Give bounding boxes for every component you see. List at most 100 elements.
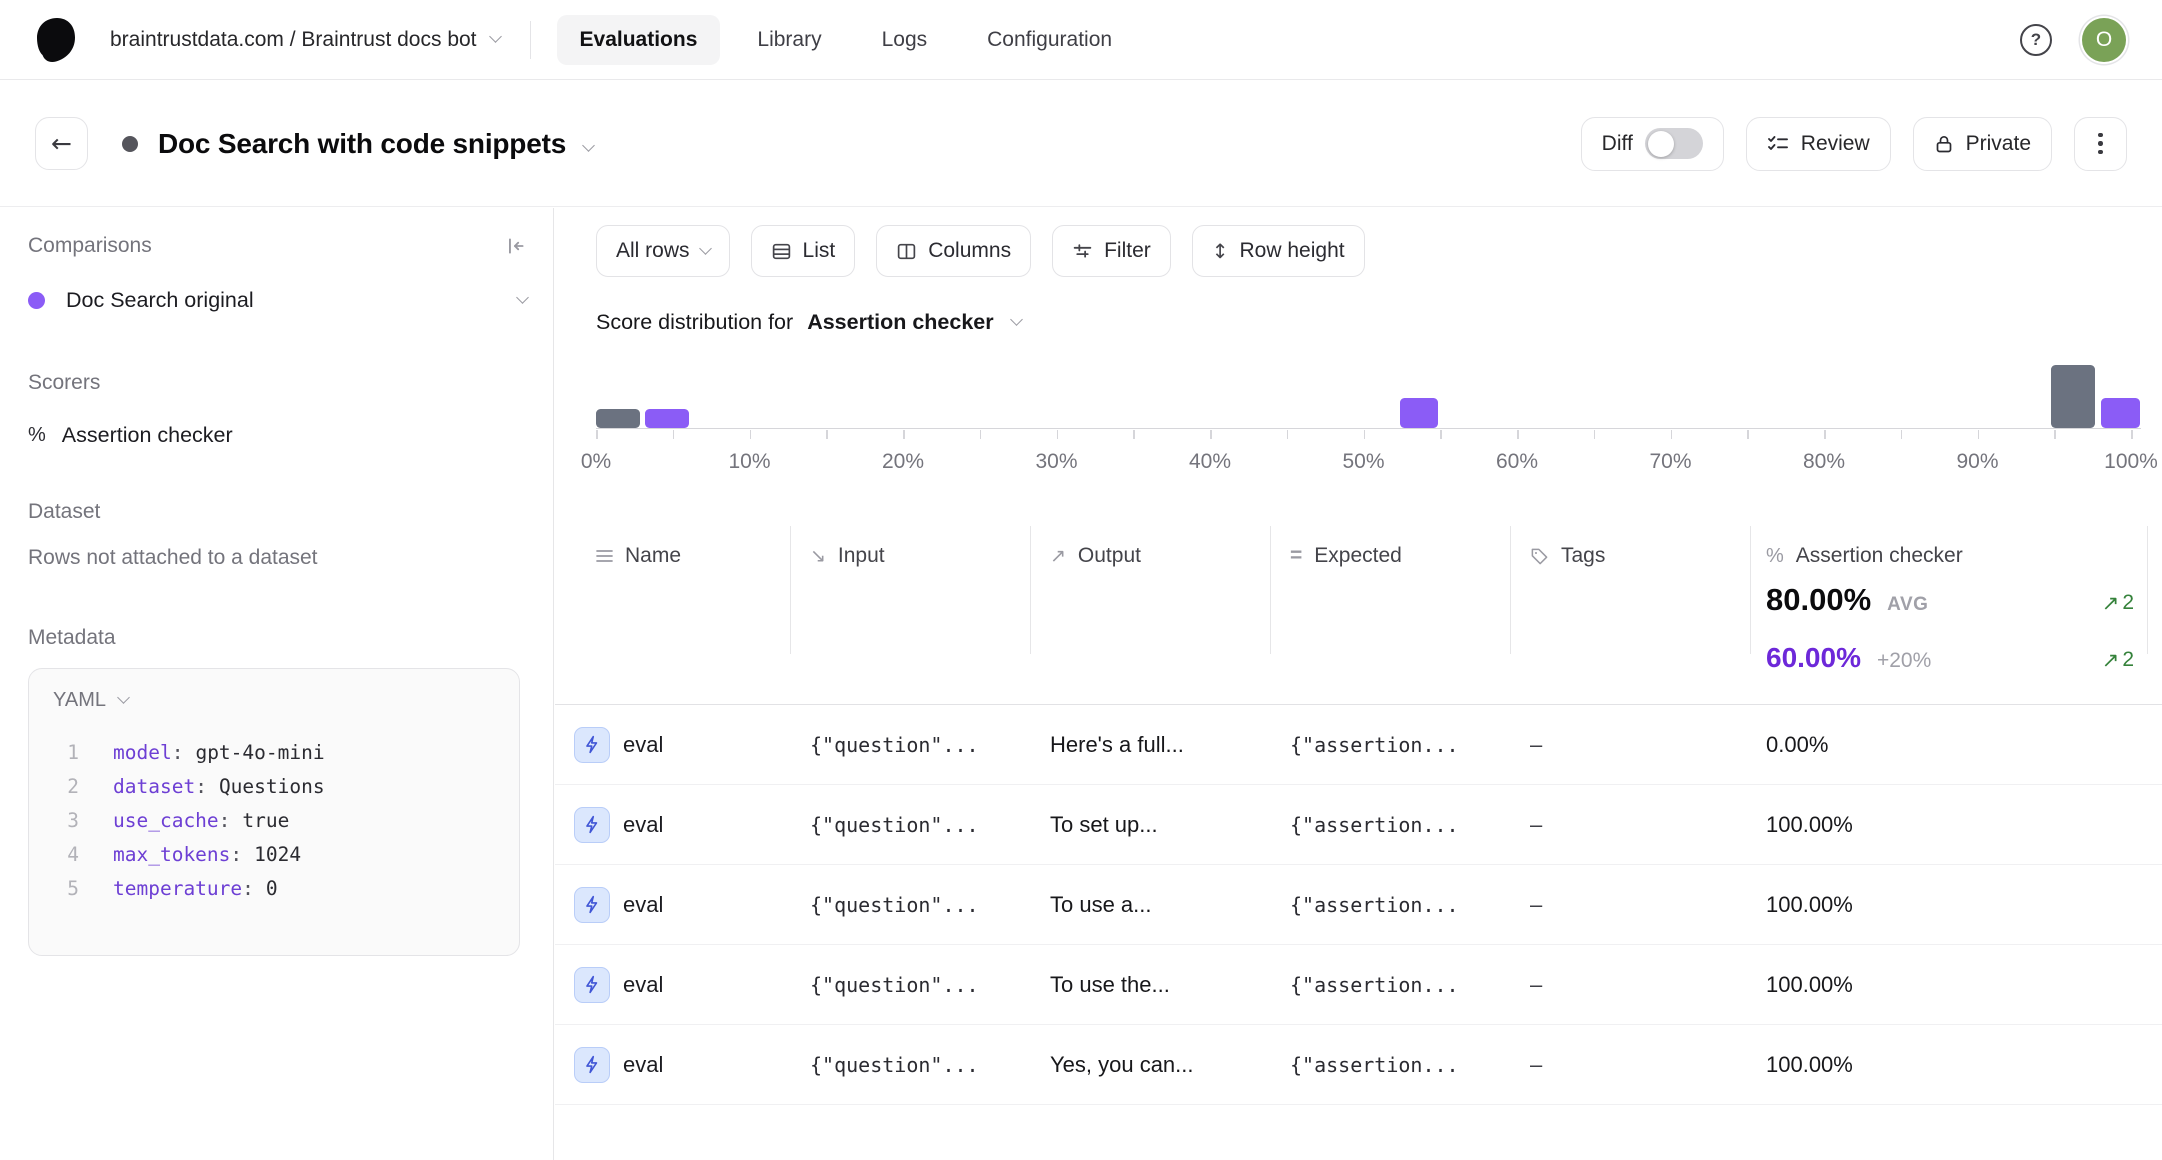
list-view-button[interactable]: List	[751, 225, 856, 277]
list-icon	[771, 241, 792, 262]
lightning-bolt-icon	[583, 975, 602, 994]
comparison-item[interactable]: Doc Search original	[28, 288, 527, 313]
line-number: 4	[53, 838, 79, 872]
comparisons-heading: Comparisons	[28, 234, 152, 258]
column-header-tags[interactable]: Tags	[1530, 544, 1605, 568]
row-output: Yes, you can...	[1050, 1052, 1194, 1078]
row-output: To set up...	[1050, 812, 1158, 838]
private-button[interactable]: Private	[1913, 117, 2052, 171]
comparison-score-value: 60.00%	[1766, 642, 1861, 674]
row-height-button[interactable]: ↕ Row height	[1192, 225, 1365, 277]
x-axis-ticks	[596, 430, 2141, 440]
table-row[interactable]: eval {"question"... Yes, you can... {"as…	[555, 1025, 2162, 1105]
row-score: 100.00%	[1766, 892, 1853, 918]
row-tags: –	[1530, 732, 1542, 758]
histogram-bar-comparison[interactable]	[2051, 365, 2095, 428]
dataset-heading: Dataset	[28, 500, 100, 524]
column-header-name[interactable]: Name	[596, 544, 681, 568]
table-row[interactable]: eval {"question"... Here's a full... {"a…	[555, 705, 2162, 785]
yaml-value: 0	[266, 872, 278, 906]
more-options-button[interactable]	[2074, 117, 2127, 171]
column-header-expected[interactable]: = Expected	[1290, 544, 1402, 568]
row-expected: {"assertion...	[1290, 813, 1459, 837]
lightning-bolt-icon	[583, 815, 602, 834]
column-label: Tags	[1561, 544, 1605, 568]
row-output: Here's a full...	[1050, 732, 1184, 758]
yaml-key: use_cache	[113, 804, 219, 838]
column-header-input[interactable]: ↘ Input	[810, 544, 885, 568]
eval-badge	[574, 807, 610, 843]
tab-logs[interactable]: Logs	[859, 15, 951, 65]
column-label: Assertion checker	[1796, 544, 1963, 568]
percent-icon: %	[28, 424, 46, 447]
metadata-heading: Metadata	[28, 626, 116, 650]
score-distribution-selector[interactable]: Score distribution for Assertion checker	[596, 310, 1021, 335]
all-rows-dropdown[interactable]: All rows	[596, 225, 730, 277]
project-breadcrumb[interactable]: braintrustdata.com / Braintrust docs bot	[110, 28, 500, 52]
column-label: Name	[625, 544, 681, 568]
yaml-colon: :	[219, 804, 231, 838]
lock-icon	[1934, 134, 1954, 154]
histogram-bar-current[interactable]	[1400, 398, 1438, 428]
line-number: 2	[53, 770, 79, 804]
table-row[interactable]: eval {"question"... To use the... {"asse…	[555, 945, 2162, 1025]
histogram-bar-current[interactable]	[645, 409, 689, 428]
title-chevron-down-icon[interactable]	[582, 139, 595, 152]
nav-divider	[530, 21, 531, 59]
row-tags: –	[1530, 972, 1542, 998]
row-expected: {"assertion...	[1290, 893, 1459, 917]
trend-count: 2	[2122, 648, 2134, 672]
line-number: 3	[53, 804, 79, 838]
column-header-score[interactable]: % Assertion checker	[1766, 544, 1963, 568]
help-icon[interactable]: ?	[2020, 24, 2052, 56]
yaml-colon: :	[242, 872, 254, 906]
yaml-language-selector[interactable]: YAML	[53, 689, 495, 712]
yaml-code: 1 model: gpt-4o-mini 2 dataset: Question…	[53, 736, 495, 906]
filter-button[interactable]: Filter	[1052, 225, 1171, 277]
eval-badge	[574, 967, 610, 1003]
comparison-item-label: Doc Search original	[66, 288, 254, 313]
histogram-bar-comparison[interactable]	[596, 409, 640, 428]
row-expected: {"assertion...	[1290, 733, 1459, 757]
diff-toggle[interactable]	[1645, 128, 1703, 159]
scorer-item[interactable]: % Assertion checker	[28, 423, 527, 448]
row-output: To use the...	[1050, 972, 1170, 998]
tab-evaluations[interactable]: Evaluations	[557, 15, 721, 65]
row-output: To use a...	[1050, 892, 1152, 918]
x-axis-tick-label: 30%	[1035, 450, 1077, 474]
columns-button[interactable]: Columns	[876, 225, 1031, 277]
avatar[interactable]: O	[2082, 18, 2126, 62]
nav-tabs: Evaluations Library Logs Configuration	[557, 15, 1136, 65]
x-axis-tick-label: 50%	[1342, 450, 1384, 474]
row-name: eval	[623, 892, 663, 918]
yaml-value: gpt-4o-mini	[195, 736, 324, 770]
collapse-sidebar-button[interactable]	[505, 235, 527, 257]
comparison-trend: ↗ 2	[2102, 648, 2134, 672]
row-tags: –	[1530, 812, 1542, 838]
back-button[interactable]: ←	[35, 117, 88, 170]
column-header-output[interactable]: ↗ Output	[1050, 544, 1141, 568]
yaml-key: max_tokens	[113, 838, 230, 872]
histogram-plot	[596, 358, 2141, 429]
arrow-down-right-icon: ↘	[810, 545, 826, 567]
row-name: eval	[623, 812, 663, 838]
yaml-value: 1024	[254, 838, 301, 872]
chevron-down-icon	[699, 242, 712, 255]
lightning-bolt-icon	[583, 895, 602, 914]
tag-icon	[1530, 547, 1549, 566]
score-delta: +20%	[1877, 649, 1931, 673]
row-name: eval	[623, 732, 663, 758]
tab-configuration[interactable]: Configuration	[964, 15, 1135, 65]
rows-icon	[596, 549, 613, 563]
table-row[interactable]: eval {"question"... To use a... {"assert…	[555, 865, 2162, 945]
diff-toggle-button[interactable]: Diff	[1581, 117, 1724, 171]
table-row[interactable]: eval {"question"... To set up... {"asser…	[555, 785, 2162, 865]
row-tags: –	[1530, 1052, 1542, 1078]
percent-icon: %	[1766, 545, 1784, 568]
histogram-bar-current[interactable]	[2101, 398, 2140, 428]
collapse-panel-icon	[505, 235, 527, 257]
line-number: 1	[53, 736, 79, 770]
list-label: List	[803, 239, 836, 263]
review-button[interactable]: Review	[1746, 117, 1891, 171]
tab-library[interactable]: Library	[734, 15, 844, 65]
